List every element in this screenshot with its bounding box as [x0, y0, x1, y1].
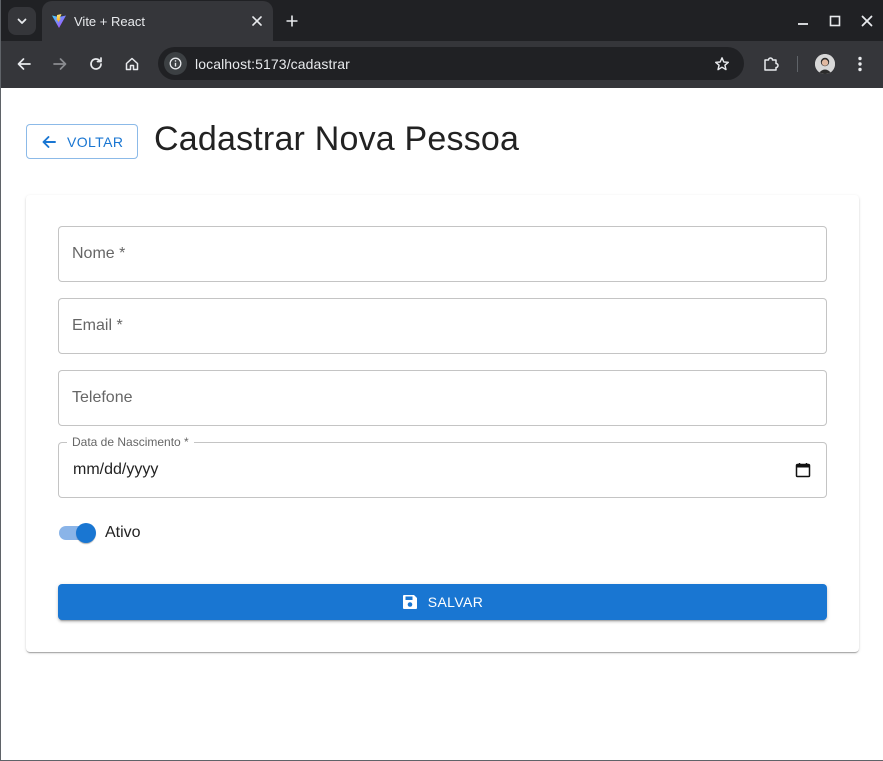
ativo-label: Ativo [105, 524, 141, 541]
forward-nav-button[interactable] [49, 53, 71, 75]
telefone-field[interactable]: Telefone [58, 370, 827, 426]
tab-search-button[interactable] [8, 7, 36, 35]
save-button-label: SALVAR [427, 594, 484, 610]
puzzle-icon [764, 57, 779, 71]
new-tab-button[interactable] [282, 11, 302, 31]
floppy-disk-icon [402, 595, 417, 609]
reload-icon [90, 57, 102, 70]
reload-button[interactable] [85, 53, 107, 75]
email-field[interactable]: Email * [58, 298, 827, 354]
page-title: Cadastrar Nova Pessoa [154, 120, 520, 158]
maximize-icon [829, 15, 841, 27]
avatar[interactable] [815, 54, 835, 74]
data-nascimento-value: mm/dd/yyyy [73, 461, 159, 478]
browser-menu-button[interactable] [849, 53, 871, 75]
save-button[interactable]: SALVAR [58, 584, 827, 620]
close-tab-button[interactable] [249, 13, 265, 29]
nome-label: Nome * [72, 245, 126, 262]
maximize-button[interactable] [825, 11, 845, 31]
browser-window: Vite + React localhost:5173/cadastrar VO… [0, 0, 883, 761]
arrow-left-icon [17, 58, 31, 70]
site-info-button[interactable] [164, 52, 187, 75]
nome-field[interactable]: Nome * [58, 226, 827, 282]
chevron-down-icon [17, 18, 27, 24]
email-label: Email * [72, 317, 123, 334]
star-icon [715, 57, 729, 71]
telefone-label: Telefone [72, 389, 133, 406]
ativo-switch[interactable] [58, 523, 98, 543]
back-button-label: VOLTAR [67, 133, 124, 150]
address-bar[interactable]: localhost:5173/cadastrar [158, 47, 744, 80]
switch-thumb [76, 523, 96, 543]
data-nascimento-field[interactable]: Data de Nascimento * mm/dd/yyyy [58, 435, 827, 498]
tab-strip: Vite + React [1, 0, 883, 41]
tab-title: Vite + React [74, 14, 145, 29]
back-nav-button[interactable] [13, 53, 35, 75]
close-icon [252, 16, 262, 26]
close-icon [861, 15, 873, 27]
data-nascimento-label: Data de Nascimento * [67, 435, 194, 449]
profile-avatar-icon [815, 54, 835, 74]
minimize-button[interactable] [793, 11, 813, 31]
url-text: localhost:5173/cadastrar [195, 56, 350, 72]
kebab-menu-icon [858, 56, 862, 72]
plus-icon [286, 15, 298, 27]
arrow-right-icon [53, 58, 67, 70]
vite-logo-icon [52, 14, 66, 28]
arrow-left-icon [42, 135, 56, 148]
home-button[interactable] [121, 53, 143, 75]
browser-toolbar: localhost:5173/cadastrar [1, 41, 883, 88]
calendar-icon[interactable] [795, 462, 811, 478]
form-card: Nome * Email * Telefone Data de Nascimen… [26, 195, 859, 652]
page-content: VOLTAR Cadastrar Nova Pessoa Nome * Emai… [2, 88, 883, 760]
close-window-button[interactable] [857, 11, 877, 31]
toolbar-divider [797, 56, 798, 72]
extensions-button[interactable] [760, 53, 782, 75]
bookmark-button[interactable] [712, 54, 732, 74]
back-button[interactable]: VOLTAR [26, 124, 138, 159]
tune-icon [169, 57, 182, 70]
minimize-icon [798, 23, 808, 25]
active-tab[interactable]: Vite + React [42, 1, 273, 41]
home-icon [125, 57, 139, 71]
